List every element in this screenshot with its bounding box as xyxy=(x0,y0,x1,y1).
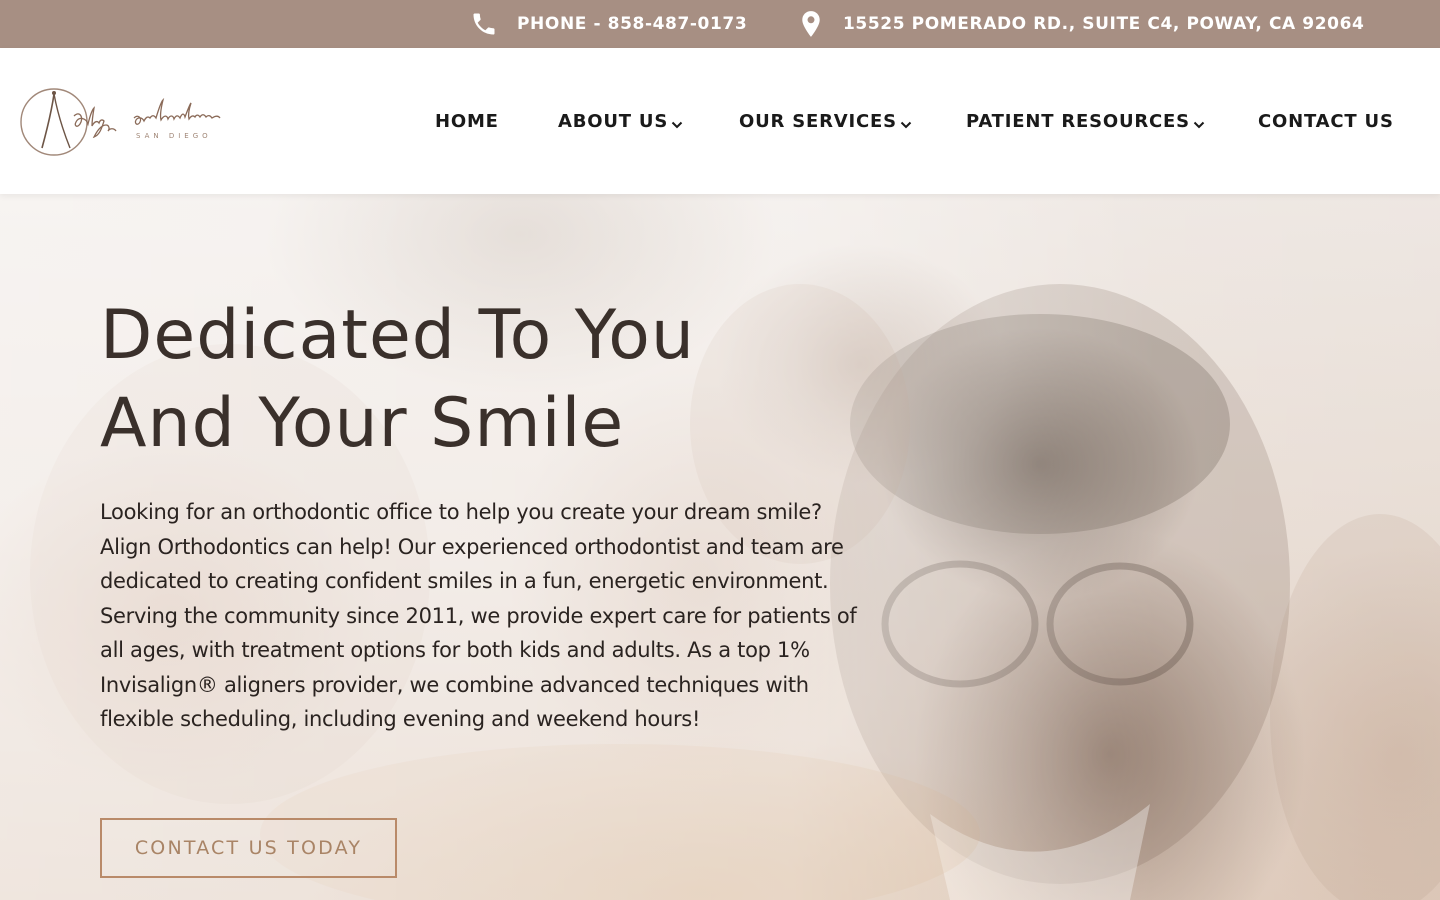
nav-home[interactable]: HOME xyxy=(435,108,499,134)
nav-patient-resources[interactable]: PATIENT RESOURCES xyxy=(966,108,1205,134)
hero-title-line-1: Dedicated To You xyxy=(100,296,695,375)
chevron-down-icon[interactable] xyxy=(1193,121,1205,129)
cta-label[interactable]: CONTACT US TODAY xyxy=(135,837,362,859)
nav-our-services[interactable]: OUR SERVICES xyxy=(739,108,912,134)
chevron-down-icon[interactable] xyxy=(671,121,683,129)
phone-icon xyxy=(470,10,498,38)
chevron-down-icon[interactable] xyxy=(900,121,912,129)
address-link[interactable]: 15525 POMERADO RD., SUITE C4, POWAY, CA … xyxy=(797,0,1364,48)
site-header: SAN DIEGO HOME ABOUT US OUR SERVICES PAT… xyxy=(0,48,1440,194)
contact-us-today-button[interactable]: CONTACT US TODAY xyxy=(100,818,397,878)
hero-title-line-2: And Your Smile xyxy=(100,384,625,463)
nav-about-us[interactable]: ABOUT US xyxy=(558,108,683,134)
top-info-bar: PHONE - 858-487-0173 15525 POMERADO RD.,… xyxy=(0,0,1440,48)
nav-resources-label[interactable]: PATIENT RESOURCES xyxy=(966,111,1190,132)
hero-description: Looking for an orthodontic office to hel… xyxy=(100,500,857,731)
phone-text[interactable]: PHONE - 858-487-0173 xyxy=(517,14,747,34)
nav-services-label[interactable]: OUR SERVICES xyxy=(739,111,897,132)
hero-title: Dedicated To You And Your Smile xyxy=(100,292,860,468)
nav-contact-us[interactable]: CONTACT US xyxy=(1258,108,1394,134)
address-text[interactable]: 15525 POMERADO RD., SUITE C4, POWAY, CA … xyxy=(843,14,1364,34)
main-nav: HOME ABOUT US OUR SERVICES PATIENT RESOU… xyxy=(0,48,1440,194)
nav-contact-label[interactable]: CONTACT US xyxy=(1258,111,1394,132)
hero-section: Dedicated To You And Your Smile Looking … xyxy=(0,194,1440,900)
nav-about-label[interactable]: ABOUT US xyxy=(558,111,668,132)
nav-home-label[interactable]: HOME xyxy=(435,111,499,132)
map-pin-icon xyxy=(797,10,825,38)
phone-link[interactable]: PHONE - 858-487-0173 xyxy=(470,0,747,48)
